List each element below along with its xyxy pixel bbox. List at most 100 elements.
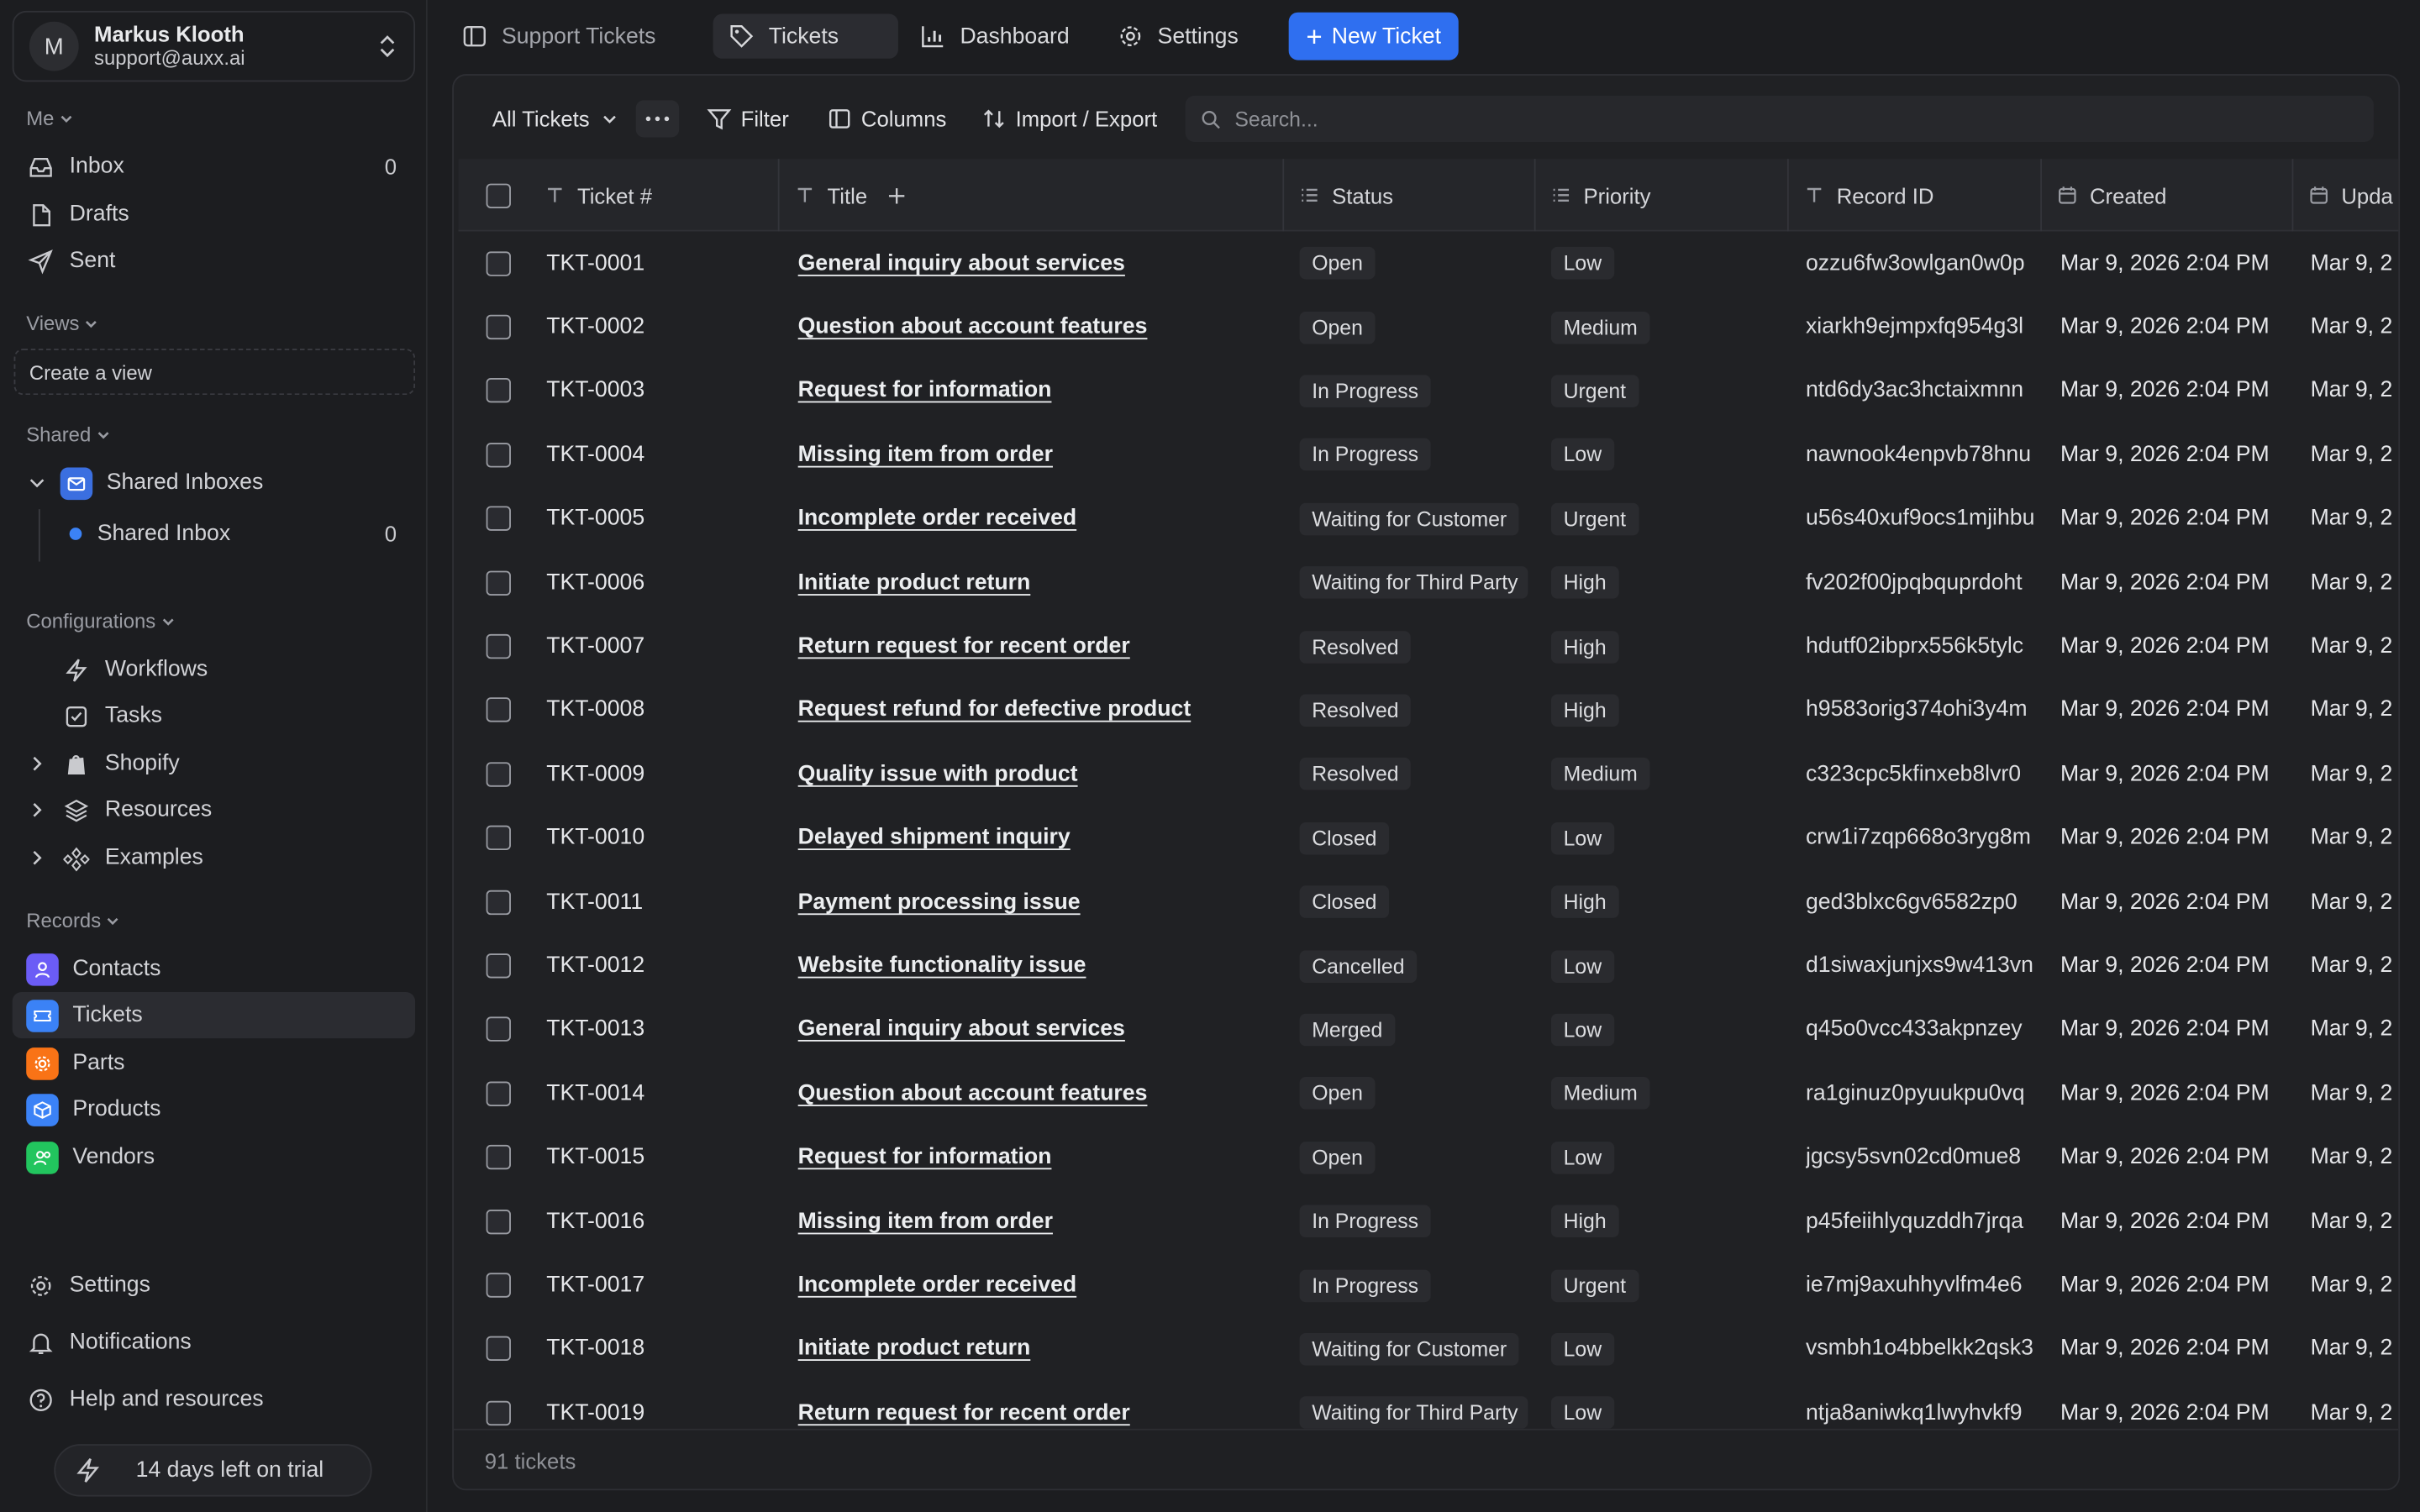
section-records[interactable]: Records [26, 909, 121, 932]
row-checkbox[interactable] [486, 250, 511, 276]
table-row[interactable]: TKT-0003 Request for information In Progre… [459, 360, 2399, 423]
row-checkbox[interactable] [486, 1145, 511, 1170]
table-row[interactable]: TKT-0017 Incomplete order received In Prog… [459, 1253, 2399, 1317]
sidebar-item-contacts[interactable]: Contacts [13, 946, 415, 992]
create-view-button[interactable]: Create a view [13, 349, 416, 396]
tab-settings[interactable]: Settings [1102, 14, 1254, 59]
row-checkbox[interactable] [486, 762, 511, 787]
view-selector[interactable]: All Tickets [492, 100, 629, 137]
table-row[interactable]: TKT-0014 Question about account features O… [459, 1062, 2399, 1126]
row-checkbox[interactable] [486, 1209, 511, 1234]
trial-badge[interactable]: 14 days left on trial [54, 1444, 372, 1497]
header-ticket[interactable]: Ticket # [529, 159, 780, 232]
section-configurations[interactable]: Configurations [26, 610, 176, 633]
table-row[interactable]: TKT-0013 General inquiry about services Me… [459, 998, 2399, 1062]
row-checkbox[interactable] [486, 378, 511, 404]
ticket-title-link[interactable]: Request for information [798, 1126, 1276, 1189]
ticket-title-link[interactable]: Website functionality issue [798, 934, 1276, 998]
row-checkbox[interactable] [486, 506, 511, 532]
row-checkbox[interactable] [486, 1400, 511, 1425]
checkbox[interactable] [486, 182, 511, 208]
table-row[interactable]: TKT-0011 Payment processing issue Closed Hi… [459, 870, 2399, 934]
row-checkbox[interactable] [486, 442, 511, 468]
section-me[interactable]: Me [26, 107, 74, 129]
search-input[interactable]: Search... [1185, 95, 2374, 142]
sidebar-item-shared-inboxes[interactable]: Shared Inboxes [13, 459, 415, 506]
header-updated[interactable]: Upda [2293, 159, 2398, 231]
sidebar-item-vendors[interactable]: Vendors [13, 1134, 415, 1180]
select-all-checkbox[interactable] [459, 159, 529, 231]
table-row[interactable]: TKT-0012 Website functionality issue Cance… [459, 934, 2399, 998]
user-switcher[interactable]: M Markus Klooth support@auxx.ai [12, 10, 416, 82]
ticket-title-link[interactable]: Question about account features [798, 296, 1276, 360]
sidebar-item-notifications[interactable]: Notifications [13, 1319, 415, 1365]
sidebar-item-settings[interactable]: Settings [13, 1262, 415, 1308]
sidebar-item-shared-inbox[interactable]: Shared Inbox 0 [55, 511, 415, 557]
sidebar-item-tickets[interactable]: Tickets [12, 992, 416, 1039]
row-checkbox[interactable] [486, 698, 511, 723]
tab-dashboard[interactable]: Dashboard [904, 14, 1085, 59]
ticket-title-link[interactable]: Missing item from order [798, 423, 1276, 487]
row-checkbox[interactable] [486, 570, 511, 596]
ticket-title-link[interactable]: Initiate product return [798, 1317, 1276, 1381]
sidebar-item-shopify[interactable]: Shopify [13, 741, 415, 787]
more-options-button[interactable] [635, 100, 680, 138]
sidebar-item-drafts[interactable]: Drafts [13, 192, 415, 238]
table-row[interactable]: TKT-0002 Question about account features O… [459, 296, 2399, 360]
row-checkbox[interactable] [486, 890, 511, 915]
ticket-title-link[interactable]: Delayed shipment inquiry [798, 806, 1276, 870]
header-record-id[interactable]: Record ID [1789, 159, 2043, 232]
sidebar-item-help[interactable]: Help and resources [13, 1376, 415, 1422]
row-checkbox[interactable] [486, 1017, 511, 1042]
sidebar-item-workflows[interactable]: Workflows [13, 647, 415, 693]
plus-icon[interactable] [886, 184, 908, 206]
new-ticket-button[interactable]: + New Ticket [1288, 12, 1459, 60]
sidebar-item-inbox[interactable]: Inbox 0 [13, 144, 415, 190]
sidebar-item-sent[interactable]: Sent [13, 238, 415, 284]
table-row[interactable]: TKT-0009 Quality issue with product Resolv… [459, 743, 2399, 806]
ticket-title-link[interactable]: Incomplete order received [798, 487, 1276, 551]
import-export-button[interactable]: Import / Export [981, 100, 1157, 137]
table-row[interactable]: TKT-0016 Missing item from order In Progre… [459, 1189, 2399, 1253]
sidebar-item-examples[interactable]: Examples [13, 835, 415, 881]
sidebar-item-parts[interactable]: Parts [13, 1040, 415, 1086]
ticket-title-link[interactable]: Return request for recent order [798, 615, 1276, 679]
row-checkbox[interactable] [486, 634, 511, 659]
filter-button[interactable]: Filter [707, 100, 789, 137]
table-row[interactable]: TKT-0005 Incomplete order received Waiting… [459, 487, 2399, 551]
table-row[interactable]: TKT-0018 Initiate product return Waiting f… [459, 1317, 2399, 1381]
header-created[interactable]: Created [2042, 159, 2294, 232]
section-views[interactable]: Views [26, 312, 99, 335]
ticket-title-link[interactable]: Incomplete order received [798, 1253, 1276, 1317]
header-title[interactable]: Title [780, 159, 1285, 232]
row-checkbox[interactable] [486, 1336, 511, 1362]
table-row[interactable]: TKT-0008 Request refund for defective pro… [459, 679, 2399, 743]
ticket-title-link[interactable]: Request for information [798, 360, 1276, 423]
table-row[interactable]: TKT-0001 General inquiry about services Op… [459, 232, 2399, 296]
ticket-title-link[interactable]: Request refund for defective product [798, 679, 1276, 743]
row-checkbox[interactable] [486, 1081, 511, 1106]
section-shared[interactable]: Shared [26, 423, 111, 446]
header-status[interactable]: Status [1284, 159, 1536, 232]
row-checkbox[interactable] [486, 953, 511, 979]
table-row[interactable]: TKT-0007 Return request for recent order R… [459, 615, 2399, 679]
table-row[interactable]: TKT-0006 Initiate product return Waiting f… [459, 551, 2399, 615]
row-checkbox[interactable] [486, 826, 511, 851]
sidebar-item-products[interactable]: Products [13, 1086, 415, 1132]
table-row[interactable]: TKT-0010 Delayed shipment inquiry Closed Lo… [459, 806, 2399, 870]
row-checkbox[interactable] [486, 1273, 511, 1298]
sidebar-item-tasks[interactable]: Tasks [13, 693, 415, 739]
ticket-title-link[interactable]: General inquiry about services [798, 232, 1276, 296]
table-row[interactable]: TKT-0015 Request for information Open Low jg… [459, 1126, 2399, 1189]
columns-button[interactable]: Columns [827, 100, 946, 137]
ticket-title-link[interactable]: Payment processing issue [798, 870, 1276, 934]
row-checkbox[interactable] [486, 314, 511, 340]
header-priority[interactable]: Priority [1536, 159, 1789, 232]
tab-tickets[interactable]: Tickets [713, 13, 898, 59]
sidebar-item-resources[interactable]: Resources [13, 787, 415, 833]
ticket-title-link[interactable]: Quality issue with product [798, 743, 1276, 806]
ticket-title-link[interactable]: Missing item from order [798, 1189, 1276, 1253]
table-row[interactable]: TKT-0004 Missing item from order In Progre… [459, 423, 2399, 487]
ticket-title-link[interactable]: General inquiry about services [798, 998, 1276, 1062]
ticket-title-link[interactable]: Initiate product return [798, 551, 1276, 615]
